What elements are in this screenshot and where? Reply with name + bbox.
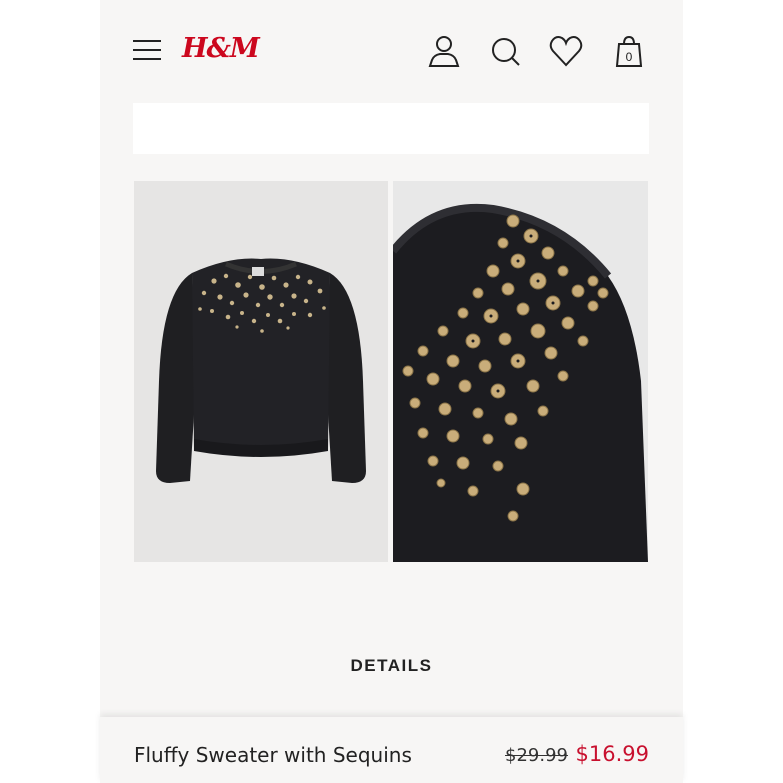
search-input[interactable] (133, 103, 649, 154)
menu-icon[interactable] (133, 38, 163, 62)
search-icon[interactable] (488, 33, 524, 69)
sweater-front-photo[interactable] (134, 181, 388, 562)
brand-logo[interactable]: H&M (182, 33, 260, 64)
bag-count: 0 (626, 50, 633, 64)
product-info-bar: Fluffy Sweater with Sequins $29.99 $16.9… (100, 717, 683, 783)
original-price: $29.99 (505, 745, 568, 766)
details-toggle[interactable]: DETAILS (100, 656, 683, 676)
product-page: H&M 0 DETAILS Fluffy Sweater with Sequin… (100, 0, 683, 783)
account-icon[interactable] (426, 33, 462, 69)
favorites-icon[interactable] (548, 33, 584, 69)
sale-price: $16.99 (575, 742, 649, 766)
product-name: Fluffy Sweater with Sequins (134, 743, 412, 767)
shopping-bag-icon[interactable]: 0 (611, 33, 647, 69)
sweater-sequin-detail-photo[interactable] (393, 181, 648, 562)
top-nav-bar: H&M 0 (100, 0, 683, 100)
